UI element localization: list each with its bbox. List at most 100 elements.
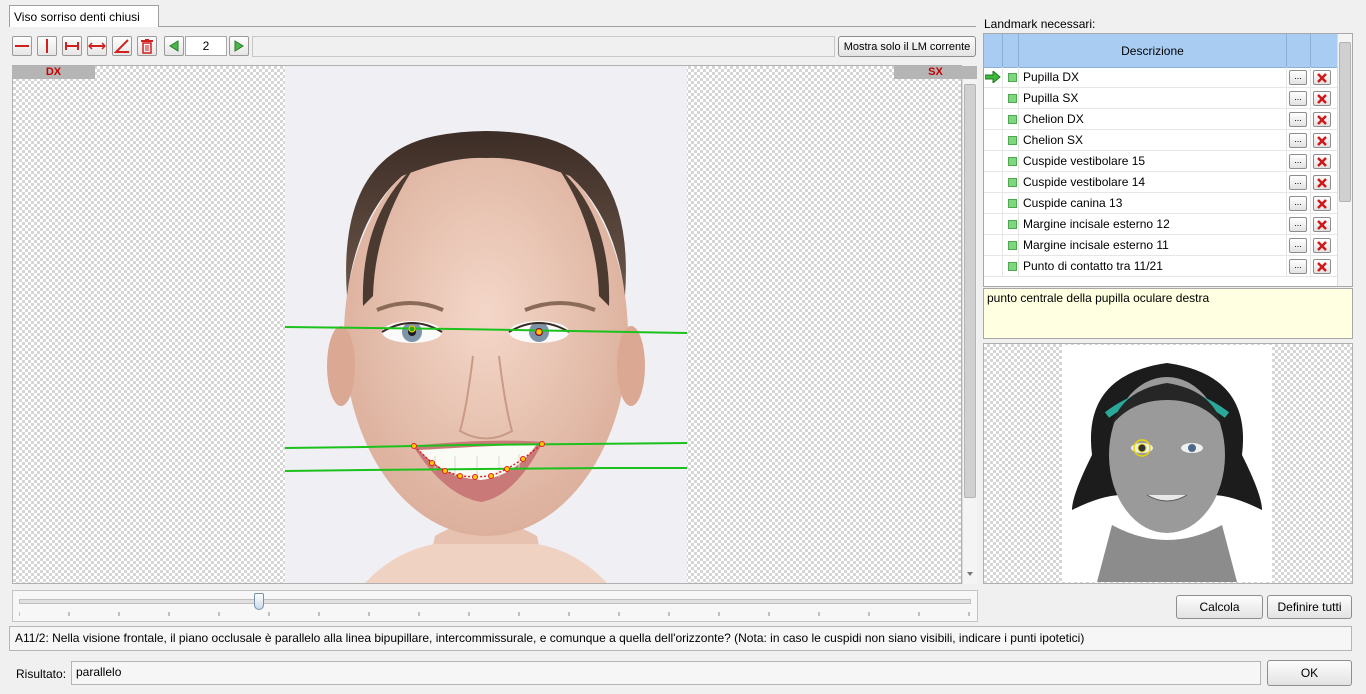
landmarks-table[interactable]: Descrizione Pupilla DX... Pupilla SX... Ch… [983, 33, 1353, 287]
landmark-row[interactable]: Pupilla SX... [984, 88, 1338, 109]
image-vertical-scrollbar[interactable] [962, 80, 977, 584]
delete-landmark-button[interactable] [1313, 154, 1331, 169]
edit-landmark-button[interactable]: ... [1289, 217, 1307, 232]
delete-x-icon [1317, 219, 1327, 230]
status-square-icon [1008, 157, 1017, 166]
status-square-icon [1008, 220, 1017, 229]
status-square-icon [1008, 178, 1017, 187]
result-label: Risultato: [16, 667, 67, 681]
measure-tool[interactable] [87, 36, 107, 56]
landmark-row[interactable]: Margine incisale esterno 11... [984, 235, 1338, 256]
landmark-label: Punto di contatto tra 11/21 [1023, 259, 1163, 273]
tab-label: Viso sorriso denti chiusi [14, 10, 140, 24]
status-square-icon [1008, 262, 1017, 271]
next-page-button[interactable] [229, 36, 249, 56]
calcola-button[interactable]: Calcola [1176, 595, 1263, 619]
prev-page-button[interactable] [164, 36, 184, 56]
label-dx: DX [12, 66, 95, 79]
landmark-row[interactable]: Cuspide vestibolare 14... [984, 172, 1338, 193]
landmarks-header: Landmark necessari: [984, 17, 1096, 31]
segment-icon [65, 42, 79, 50]
question-text: A11/2: Nella visione frontale, il piano … [9, 626, 1352, 651]
scroll-down-icon [967, 572, 973, 576]
delete-landmark-button[interactable] [1313, 259, 1331, 274]
slider-ticks [19, 612, 970, 616]
status-square-icon [1008, 94, 1017, 103]
page-number-field[interactable]: 2 [185, 36, 227, 56]
landmark-row[interactable]: Pupilla DX... [984, 67, 1338, 88]
edit-landmark-button[interactable]: ... [1289, 175, 1307, 190]
ok-button[interactable]: OK [1267, 660, 1352, 686]
landmarks-scroll-thumb[interactable] [1339, 42, 1351, 202]
delete-x-icon [1317, 114, 1327, 125]
landmark-label: Pupilla DX [1023, 70, 1080, 84]
landmark-row[interactable]: Margine incisale esterno 12... [984, 214, 1338, 235]
delete-x-icon [1317, 72, 1327, 83]
edit-landmark-button[interactable]: ... [1289, 154, 1307, 169]
delete-x-icon [1317, 240, 1327, 251]
status-square-icon [1008, 73, 1017, 82]
delete-landmark-button[interactable] [1313, 196, 1331, 211]
landmark-label: Pupilla SX [1023, 91, 1079, 105]
landmark-row[interactable]: Cuspide canina 13... [984, 193, 1338, 214]
segment-tool[interactable] [62, 36, 82, 56]
landmark-label: Cuspide vestibolare 15 [1023, 154, 1146, 168]
angle-icon [114, 39, 129, 53]
landmark-description: punto centrale della pupilla oculare des… [983, 288, 1353, 339]
edit-landmark-button[interactable]: ... [1289, 238, 1307, 253]
edit-landmark-button[interactable]: ... [1289, 196, 1307, 211]
delete-x-icon [1317, 156, 1327, 167]
edit-landmark-button[interactable]: ... [1289, 70, 1307, 85]
landmark-row[interactable]: Chelion DX... [984, 109, 1338, 130]
result-field[interactable]: parallelo [71, 661, 1261, 685]
trash-icon [141, 39, 153, 54]
landmark-row[interactable]: Chelion SX... [984, 130, 1338, 151]
edit-landmark-button[interactable]: ... [1289, 133, 1307, 148]
landmark-label: Margine incisale esterno 11 [1023, 238, 1169, 252]
reference-face-image [1062, 345, 1272, 582]
landmark-row[interactable]: Punto di contatto tra 11/21... [984, 256, 1338, 277]
landmark-label: Cuspide vestibolare 14 [1023, 175, 1146, 189]
horizontal-line-icon [15, 45, 29, 47]
definire-tutti-button[interactable]: Definire tutti [1267, 595, 1352, 619]
delete-x-icon [1317, 135, 1327, 146]
delete-landmark-button[interactable] [1313, 70, 1331, 85]
tab-viso-sorriso[interactable]: Viso sorriso denti chiusi [9, 5, 159, 27]
table-header: Descrizione [984, 34, 1338, 68]
delete-x-icon [1317, 177, 1327, 188]
delete-landmark-button[interactable] [1313, 91, 1331, 106]
edit-landmark-button[interactable]: ... [1289, 259, 1307, 274]
slider-track [19, 599, 971, 604]
triangle-right-icon [234, 40, 244, 52]
zoom-slider[interactable] [12, 590, 978, 622]
face-photo [285, 66, 687, 583]
status-square-icon [1008, 136, 1017, 145]
delete-tool[interactable] [137, 36, 157, 56]
tab-divider [158, 26, 976, 27]
vertical-line-tool[interactable] [37, 36, 57, 56]
delete-landmark-button[interactable] [1313, 238, 1331, 253]
delete-x-icon [1317, 261, 1327, 272]
landmarks-scrollbar[interactable] [1337, 34, 1352, 286]
slider-thumb[interactable] [254, 593, 264, 610]
landmark-label: Chelion SX [1023, 133, 1084, 147]
delete-landmark-button[interactable] [1313, 175, 1331, 190]
show-current-lm-button[interactable]: Mostra solo il LM corrente [838, 36, 976, 57]
edit-landmark-button[interactable]: ... [1289, 91, 1307, 106]
status-square-icon [1008, 115, 1017, 124]
column-header-descrizione: Descrizione [1121, 44, 1184, 58]
label-sx: SX [894, 66, 977, 79]
landmark-row[interactable]: Cuspide vestibolare 15... [984, 151, 1338, 172]
image-scroll-thumb[interactable] [964, 84, 976, 498]
delete-landmark-button[interactable] [1313, 112, 1331, 127]
delete-x-icon [1317, 93, 1327, 104]
delete-landmark-button[interactable] [1313, 133, 1331, 148]
edit-landmark-button[interactable]: ... [1289, 112, 1307, 127]
measure-arrows-icon [88, 42, 106, 50]
angle-tool[interactable] [112, 36, 132, 56]
toolbar-spacer [252, 36, 835, 57]
vertical-line-icon [46, 39, 48, 53]
horizontal-line-tool[interactable] [12, 36, 32, 56]
delete-landmark-button[interactable] [1313, 217, 1331, 232]
status-square-icon [1008, 241, 1017, 250]
